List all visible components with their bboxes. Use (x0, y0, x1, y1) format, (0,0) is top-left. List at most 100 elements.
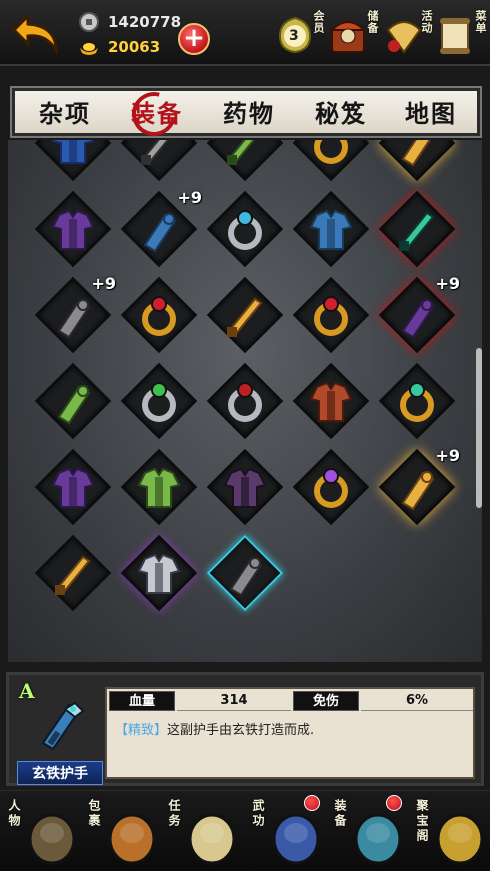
item-name-label: 玄铁护手 (17, 761, 103, 785)
blue-armor-icon (309, 209, 353, 250)
nav-scroll[interactable]: 任务 (164, 795, 244, 869)
nav-label: 装备 (333, 799, 347, 829)
menu-label: 菜单 (474, 10, 487, 34)
enhance-level: +9 (435, 446, 460, 465)
inventory-slot[interactable] (34, 190, 112, 268)
jade-ring-icon (314, 140, 348, 164)
tab-equipment[interactable]: 装备 (131, 95, 183, 133)
inventory-slot[interactable] (206, 190, 284, 268)
silver-value: 1420778 (108, 13, 182, 31)
stat-hp-label: 血量 (109, 691, 175, 711)
inventory-slot[interactable] (206, 140, 284, 182)
nav-treasure[interactable]: 聚宝阁 (412, 795, 490, 869)
inventory-slot[interactable]: +9 (120, 188, 202, 268)
martial-book-icon (272, 813, 320, 865)
inventory-slot[interactable] (292, 190, 370, 268)
item-stats-box: 血量 314 免伤 6% 【精致】这副护手由玄铁打造而成. (105, 687, 475, 779)
tab-map[interactable]: 地图 (405, 95, 457, 133)
nav-equipment[interactable]: 装备 (330, 795, 410, 869)
category-tab-bar: 杂项 装备 药物 秘笈 地图 (12, 83, 480, 145)
inventory-slot[interactable] (34, 534, 112, 612)
gold-value: 20063 (108, 38, 161, 56)
inventory-slot[interactable] (206, 534, 284, 612)
gold-ingot-icon (80, 43, 98, 55)
inventory-slot[interactable] (378, 362, 456, 440)
equipment-icon (354, 813, 402, 865)
inventory-slot[interactable] (292, 448, 370, 526)
nav-label: 人物 (7, 799, 21, 829)
store-button[interactable]: 储备 (328, 10, 380, 60)
tab-medicine[interactable]: 药物 (223, 95, 275, 133)
stat-dr-label: 免伤 (293, 691, 359, 711)
inventory-slot[interactable] (292, 140, 370, 182)
inventory-slot[interactable] (34, 362, 112, 440)
jade-ring-icon (400, 382, 434, 422)
gold-row: 20063 (78, 35, 160, 59)
inventory-slot[interactable] (120, 534, 198, 612)
tab-misc[interactable]: 杂项 (39, 95, 91, 133)
silver-armor-icon (137, 553, 181, 594)
golden-dagger-icon (227, 297, 263, 337)
nav-character[interactable]: 人物 (4, 795, 84, 869)
add-currency-button[interactable]: + (178, 23, 210, 55)
inventory-slot[interactable] (378, 140, 456, 182)
quality-tag: 【精致】 (115, 723, 168, 738)
nav-bag[interactable]: 包裹 (84, 795, 164, 869)
green-robe-icon (137, 467, 181, 508)
inventory-slot[interactable] (120, 362, 198, 440)
blue-robe-icon (51, 140, 95, 164)
inventory-slot[interactable]: +9 (378, 446, 460, 526)
nav-label: 任务 (167, 799, 181, 829)
vip-level: 3 (289, 28, 299, 44)
enhance-level: +9 (91, 274, 116, 293)
tab-secret-manual[interactable]: 秘笈 (315, 95, 367, 133)
inventory-slot[interactable] (120, 140, 198, 182)
golden-claw-icon (401, 140, 431, 167)
green-bracer-icon (57, 385, 91, 425)
inventory-slot[interactable] (292, 362, 370, 440)
iron-bracer-icon (229, 557, 263, 597)
item-description: 【精致】这副护手由玄铁打造而成. (115, 719, 314, 738)
store-label: 储备 (366, 10, 379, 34)
vip-button[interactable]: 3 会员 (276, 10, 326, 60)
purple-gauntlet-icon (401, 299, 435, 339)
notification-badge (304, 795, 320, 811)
jade-blade-icon (399, 211, 435, 251)
menu-button[interactable]: 菜单 (436, 10, 488, 60)
grid-scrollbar[interactable] (476, 348, 482, 508)
ruby-ring-icon (142, 296, 176, 336)
iron-claw-icon (57, 299, 91, 339)
event-label: 活动 (420, 10, 433, 34)
ruby-ring-icon (314, 296, 348, 336)
inventory-slot[interactable] (34, 140, 112, 182)
back-arrow-icon[interactable] (10, 6, 68, 60)
stat-hp-value: 314 (177, 691, 291, 711)
scroll-icon (188, 813, 236, 865)
scroll-menu-icon (440, 18, 470, 54)
inventory-slot[interactable] (206, 448, 284, 526)
nav-label: 聚宝阁 (415, 799, 429, 844)
nav-martial-book[interactable]: 武功 (248, 795, 328, 869)
inventory-slot[interactable] (292, 276, 370, 354)
inventory-slot[interactable] (34, 448, 112, 526)
inventory-slot[interactable]: +9 (378, 274, 460, 354)
inventory-slot[interactable] (120, 448, 198, 526)
inventory-slot[interactable] (206, 362, 284, 440)
red-robe-icon (309, 381, 353, 422)
item-detail-panel: A 玄铁护手 血量 314 免伤 6% 【精致】这副护手由玄铁打造而成. (6, 672, 484, 786)
silver-ring-icon (228, 210, 262, 250)
treasure-chest-icon (329, 21, 367, 53)
inventory-slot[interactable] (120, 276, 198, 354)
vip-label: 会员 (312, 10, 325, 34)
golden-gauntlet-icon (401, 471, 435, 511)
purple-robe-icon (51, 467, 95, 508)
nav-label: 包裹 (87, 799, 101, 829)
silver-row: 1420778 (78, 10, 181, 34)
inventory-slot[interactable] (206, 276, 284, 354)
event-button[interactable]: 活动 (384, 10, 436, 60)
green-sword-icon (227, 140, 255, 165)
blue-bracer-icon (143, 213, 177, 253)
silver-coin-icon (79, 12, 99, 32)
inventory-slot[interactable]: +9 (34, 274, 116, 354)
inventory-slot[interactable] (378, 190, 456, 268)
